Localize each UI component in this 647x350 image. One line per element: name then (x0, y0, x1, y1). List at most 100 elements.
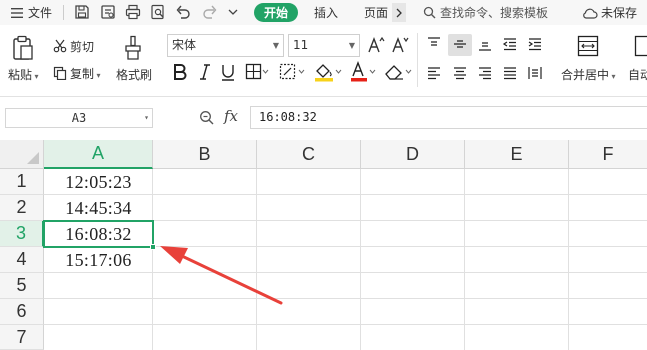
justify-icon[interactable] (502, 65, 518, 81)
tab-page-label: 页面 (364, 6, 389, 20)
gridline (360, 169, 361, 350)
formula-bar: A3 ▾ fx 16:08:32 (0, 97, 647, 140)
title-bar: 文件 开始 插入 页面 查找命令、搜索模板 未保存 (0, 0, 647, 25)
tab-start[interactable]: 开始 (254, 3, 298, 22)
underline-icon[interactable] (220, 63, 236, 81)
paste-button[interactable]: 粘贴 ▾ (8, 66, 39, 83)
increase-indent-icon[interactable] (527, 36, 543, 52)
copy-button[interactable]: 复制 ▾ (53, 65, 101, 82)
copy-icon (53, 66, 67, 81)
bold-icon[interactable] (172, 63, 188, 81)
spreadsheet-grid[interactable]: A B C D E F 1 2 3 4 5 6 7 12:05:23 14:45… (0, 140, 647, 350)
paste-label: 粘贴 (8, 68, 33, 82)
merge-center-icon[interactable] (577, 35, 599, 57)
fill-color-icon[interactable] (313, 61, 343, 83)
zoom-search-icon[interactable] (199, 110, 215, 126)
cell-a1[interactable]: 12:05:23 (44, 169, 153, 195)
cell-a2[interactable]: 14:45:34 (44, 195, 153, 221)
align-left-icon[interactable] (426, 65, 442, 81)
column-header-c[interactable]: C (257, 140, 361, 169)
auto-wrap-label: 自动 (628, 68, 647, 82)
font-name-select[interactable]: 宋体 ▼ (167, 34, 284, 57)
unsaved-label: 未保存 (601, 6, 638, 20)
align-bottom-icon[interactable] (477, 36, 493, 52)
distribute-icon[interactable] (527, 65, 543, 81)
cloud-icon (583, 8, 598, 19)
file-menu[interactable]: 文件 (10, 0, 52, 25)
font-name-value: 宋体 (172, 38, 197, 52)
gridline (464, 169, 465, 350)
border-icon[interactable] (245, 63, 269, 81)
divider (417, 33, 418, 87)
format-painter-button[interactable]: 格式刷 (116, 66, 152, 83)
row-header-6[interactable]: 6 (0, 299, 44, 325)
column-header-a[interactable]: A (44, 140, 153, 169)
paste-icon[interactable] (12, 35, 34, 61)
cut-label: 剪切 (70, 40, 95, 54)
print-preview-icon[interactable] (150, 4, 166, 20)
merge-center-label: 合并居中 (561, 68, 610, 82)
corner-triangle (27, 152, 39, 164)
select-all-corner[interactable] (0, 140, 44, 169)
undo-icon[interactable] (175, 4, 191, 20)
align-center-icon[interactable] (452, 65, 468, 81)
eraser-icon[interactable] (383, 62, 413, 82)
align-right-icon[interactable] (477, 65, 493, 81)
row-header-7[interactable]: 7 (0, 325, 44, 350)
search-icon (423, 6, 436, 19)
chevron-right-icon (396, 8, 402, 17)
decrease-font-icon[interactable] (391, 36, 409, 54)
chevron-down-icon: ▾ (144, 113, 149, 122)
cut-button[interactable]: 剪切 (53, 38, 94, 55)
cell-a4[interactable]: 15:17:06 (44, 247, 153, 273)
row-header-2[interactable]: 2 (0, 195, 44, 221)
more-tabs-button[interactable] (392, 3, 406, 22)
format-painter-icon[interactable] (123, 35, 143, 61)
row-header-5[interactable]: 5 (0, 273, 44, 299)
tab-start-label: 开始 (263, 6, 288, 20)
redo-icon[interactable] (202, 4, 218, 20)
command-search[interactable]: 查找命令、搜索模板 (423, 0, 548, 25)
save-status[interactable]: 未保存 (582, 0, 637, 25)
gridline (44, 324, 647, 325)
row-header-4[interactable]: 4 (0, 247, 44, 273)
annotation-arrow-icon (160, 246, 283, 305)
active-cell-selection (43, 220, 154, 248)
auto-wrap-button[interactable]: 自动 (628, 66, 647, 83)
row-header-1[interactable]: 1 (0, 169, 44, 195)
scissors-icon (53, 39, 67, 53)
chevron-down-icon[interactable] (228, 8, 238, 16)
save-icon[interactable] (74, 4, 90, 20)
fill-pattern-icon[interactable] (279, 63, 305, 81)
file-menu-label: 文件 (28, 6, 53, 20)
merge-center-button[interactable]: 合并居中 ▾ (561, 66, 616, 83)
row-header-3[interactable]: 3 (0, 221, 44, 247)
name-box[interactable]: A3 ▾ (5, 108, 153, 128)
gridline (44, 298, 647, 299)
ribbon-toolbar: 粘贴 ▾ 剪切 复制 ▾ 格式刷 宋体 ▼ 11 ▼ 合并居中 ▾ 自动 (0, 25, 647, 97)
column-header-f[interactable]: F (569, 140, 647, 169)
search-placeholder: 查找命令、搜索模板 (440, 6, 549, 20)
chevron-down-icon: ▼ (348, 41, 355, 50)
formula-input[interactable]: 16:08:32 (250, 106, 647, 129)
wrap-text-icon[interactable] (634, 35, 647, 57)
formula-value: 16:08:32 (259, 110, 317, 124)
print-icon[interactable] (125, 4, 141, 20)
decrease-indent-icon[interactable] (502, 36, 518, 52)
column-header-e[interactable]: E (465, 140, 569, 169)
tab-insert[interactable]: 插入 (314, 0, 338, 25)
align-top-icon[interactable] (426, 36, 442, 52)
font-size-select[interactable]: 11 ▼ (288, 34, 360, 57)
align-middle-icon[interactable] (452, 36, 468, 52)
column-header-b[interactable]: B (153, 140, 257, 169)
fx-button[interactable]: fx (224, 107, 238, 125)
font-color-icon[interactable] (349, 61, 377, 83)
hamburger-icon (11, 7, 23, 18)
tab-page[interactable]: 页面 (364, 0, 388, 25)
chevron-down-icon: ▼ (272, 41, 279, 50)
increase-font-icon[interactable] (367, 36, 385, 54)
column-header-d[interactable]: D (361, 140, 465, 169)
export-pdf-icon[interactable] (100, 4, 116, 20)
fx-label: fx (224, 107, 239, 125)
italic-icon[interactable] (197, 63, 213, 81)
